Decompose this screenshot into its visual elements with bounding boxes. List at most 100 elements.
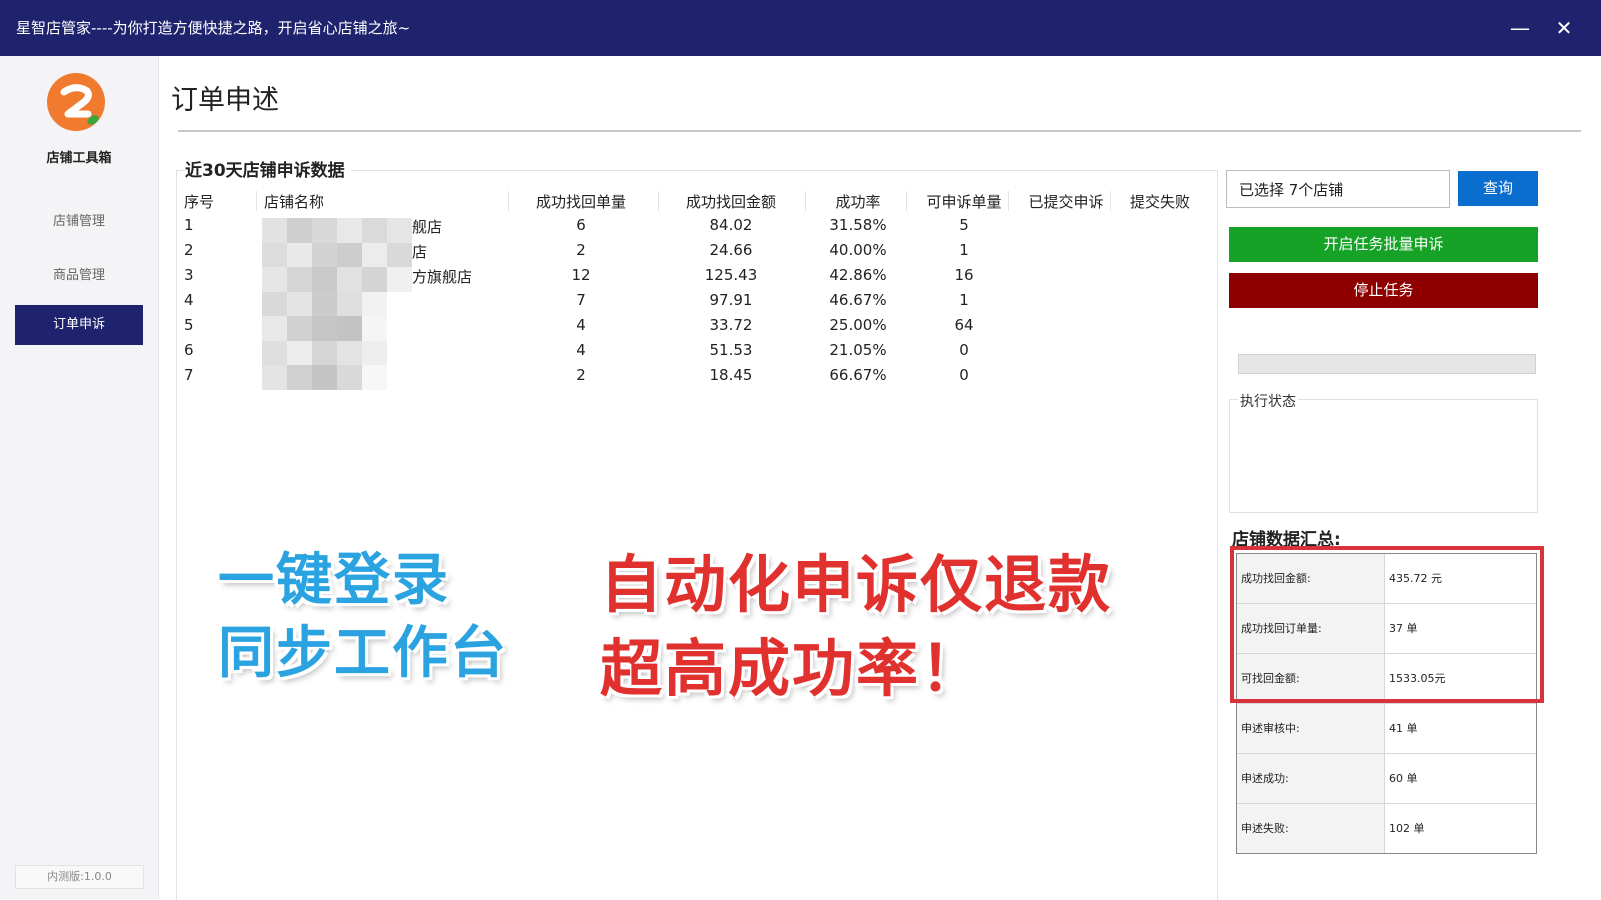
mosaic-cell bbox=[312, 218, 337, 243]
cell-success-rate: 40.00% bbox=[829, 241, 887, 259]
stop-task-button[interactable]: 停止任务 bbox=[1229, 273, 1538, 308]
mosaic-cell bbox=[387, 242, 412, 267]
promo-line-3: 自动化申诉仅退款 bbox=[600, 548, 1113, 621]
mosaic-cell bbox=[262, 218, 287, 243]
mosaic-cell bbox=[262, 291, 287, 316]
mosaic-cell bbox=[337, 291, 362, 316]
store-select-input[interactable]: 已选择 7个店铺 bbox=[1226, 170, 1450, 208]
sidebar-item-order-appeal[interactable]: 订单申诉 bbox=[15, 305, 143, 345]
mosaic-cell bbox=[337, 267, 362, 292]
mosaic-cell bbox=[287, 291, 312, 316]
cell-recovered-amount: 51.53 bbox=[709, 341, 753, 359]
cell-success-rate: 46.67% bbox=[829, 291, 887, 309]
cell-index: 4 bbox=[184, 291, 194, 309]
cell-appealable: 0 bbox=[959, 341, 969, 359]
cell-recovered-amount: 125.43 bbox=[704, 266, 758, 284]
column-header-store-name: 店铺名称 bbox=[255, 191, 325, 211]
cell-appealable: 1 bbox=[959, 241, 969, 259]
cell-index: 6 bbox=[184, 341, 194, 359]
column-header-submitted: 已提交申诉 bbox=[1008, 191, 1116, 212]
page-title: 订单申述 bbox=[171, 85, 279, 116]
cell-success-rate: 66.67% bbox=[829, 366, 887, 384]
app-name: 店铺工具箱 bbox=[46, 151, 112, 166]
title-bar: 星智店管家----为你打造方便快捷之路，开启省心店铺之旅~ — ✕ bbox=[0, 0, 1601, 56]
cell-success-rate: 25.00% bbox=[829, 316, 887, 334]
cell-recovered-orders: 2 bbox=[576, 241, 586, 259]
execution-status-label: 执行状态 bbox=[1238, 391, 1298, 411]
cell-index: 1 bbox=[184, 216, 194, 234]
summary-title: 店铺数据汇总: bbox=[1232, 530, 1341, 550]
cell-success-rate: 42.86% bbox=[829, 266, 887, 284]
mosaic-cell bbox=[337, 242, 362, 267]
promo-line-1: 一键登录 bbox=[218, 548, 450, 613]
cell-success-rate: 31.58% bbox=[829, 216, 887, 234]
cell-recovered-amount: 18.45 bbox=[709, 366, 753, 384]
mosaic-cell bbox=[262, 340, 287, 365]
mosaic-cell bbox=[337, 365, 362, 390]
cell-appealable: 5 bbox=[959, 216, 969, 234]
summary-label: 申述成功: bbox=[1237, 754, 1385, 803]
mosaic-cell bbox=[287, 340, 312, 365]
query-button[interactable]: 查询 bbox=[1458, 171, 1538, 206]
cell-success-rate: 21.05% bbox=[829, 341, 887, 359]
cell-index: 3 bbox=[184, 266, 194, 284]
cell-recovered-orders: 2 bbox=[576, 366, 586, 384]
cell-recovered-orders: 12 bbox=[571, 266, 591, 284]
summary-value: 37 单 bbox=[1389, 622, 1418, 635]
title-divider bbox=[178, 130, 1581, 132]
promo-line-4: 超高成功率！ bbox=[600, 632, 985, 705]
mosaic-cell bbox=[387, 291, 412, 316]
mosaic-cell bbox=[262, 267, 287, 292]
mosaic-cell bbox=[312, 340, 337, 365]
panel-title: 近30天店铺申诉数据 bbox=[185, 156, 351, 181]
minimize-button[interactable]: — bbox=[1502, 10, 1538, 46]
mosaic-cell bbox=[312, 242, 337, 267]
summary-row: 申述审核中: 41 单 bbox=[1237, 704, 1536, 754]
mosaic-cell bbox=[287, 218, 312, 243]
mosaic-cell bbox=[387, 316, 412, 341]
mosaic-cell bbox=[387, 218, 412, 243]
cell-store-name: 舰店 bbox=[412, 218, 443, 236]
summary-row: 成功找回订单量: 37 单 bbox=[1237, 604, 1536, 654]
mosaic-cell bbox=[262, 242, 287, 267]
mosaic-cell bbox=[287, 267, 312, 292]
promo-line-2: 同步工作台 bbox=[218, 621, 508, 686]
mosaic-cell bbox=[287, 316, 312, 341]
mosaic-cell bbox=[387, 267, 412, 292]
sidebar-item-label: 订单申诉 bbox=[52, 317, 105, 332]
cell-index: 7 bbox=[184, 366, 194, 384]
mosaic-cell bbox=[362, 242, 387, 267]
close-button[interactable]: ✕ bbox=[1546, 10, 1582, 46]
sidebar-item-product-management[interactable]: 商品管理 bbox=[15, 256, 143, 296]
summary-row: 申述成功: 60 单 bbox=[1237, 754, 1536, 804]
cell-recovered-orders: 7 bbox=[576, 291, 586, 309]
mosaic-cell bbox=[362, 291, 387, 316]
mosaic-cell bbox=[362, 365, 387, 390]
cell-recovered-orders: 4 bbox=[576, 341, 586, 359]
cell-recovered-amount: 97.91 bbox=[709, 291, 753, 309]
app-window: 星智店管家----为你打造方便快捷之路，开启省心店铺之旅~ — ✕ 店铺工具箱 … bbox=[0, 0, 1601, 900]
cell-recovered-orders: 6 bbox=[576, 216, 586, 234]
version-label: 内测版:1.0.0 bbox=[15, 865, 144, 889]
logo-icon bbox=[47, 73, 105, 131]
summary-label: 成功找回订单量: bbox=[1237, 604, 1385, 653]
summary-label: 申述审核中: bbox=[1237, 704, 1385, 753]
store-name-mosaic bbox=[262, 218, 412, 390]
column-header-recovered-orders: 成功找回单量 bbox=[508, 191, 646, 212]
summary-value: 41 单 bbox=[1389, 722, 1418, 735]
execution-status-box bbox=[1229, 399, 1538, 513]
mosaic-cell bbox=[362, 316, 387, 341]
summary-value: 102 单 bbox=[1389, 822, 1425, 835]
mosaic-cell bbox=[312, 291, 337, 316]
mosaic-cell bbox=[387, 340, 412, 365]
cell-index: 2 bbox=[184, 241, 194, 259]
cell-appealable: 1 bbox=[959, 291, 969, 309]
start-batch-appeal-button[interactable]: 开启任务批量申诉 bbox=[1229, 227, 1538, 262]
mosaic-cell bbox=[262, 365, 287, 390]
cell-index: 5 bbox=[184, 316, 194, 334]
sidebar-item-store-management[interactable]: 店铺管理 bbox=[15, 202, 143, 242]
summary-label: 成功找回金额: bbox=[1237, 554, 1385, 603]
mosaic-cell bbox=[337, 316, 362, 341]
sidebar-item-label: 商品管理 bbox=[52, 268, 105, 283]
mosaic-cell bbox=[337, 218, 362, 243]
